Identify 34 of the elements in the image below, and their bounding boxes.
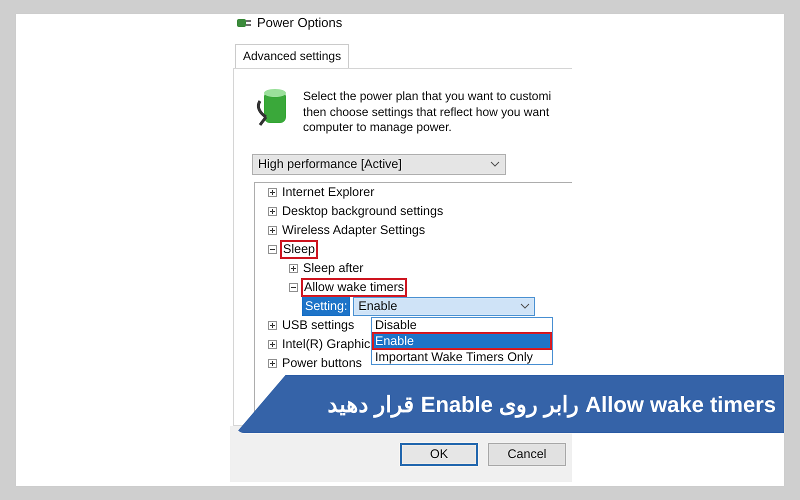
expand-icon[interactable] <box>268 320 277 330</box>
tree-item[interactable]: Power buttons <box>282 356 362 370</box>
collapse-icon[interactable] <box>268 244 277 254</box>
tree-item[interactable]: USB settings <box>282 318 354 332</box>
description-text: Select the power plan that you want to customi then choose settings that reflect how you want computer to manage power. <box>303 88 552 136</box>
expand-icon[interactable] <box>268 340 277 348</box>
expand-icon[interactable] <box>268 358 277 368</box>
expand-icon[interactable] <box>268 188 277 196</box>
expand-icon[interactable] <box>289 264 298 272</box>
dialog-button[interactable]: OK <box>400 442 478 466</box>
tree-item[interactable]: Allow wake timers <box>301 278 408 296</box>
tab[interactable]: Advanced settings <box>235 44 350 68</box>
setting-label: Setting: <box>302 296 350 316</box>
caption-banner: Allow wake timers رابر روی Enable قرار دهید <box>236 375 784 433</box>
tree-item[interactable]: Internet Explorer <box>282 184 374 200</box>
setting-select[interactable]: Enable <box>353 296 536 316</box>
tree-item[interactable]: Intel(R) Graphic <box>282 336 370 352</box>
tree-item[interactable]: Sleep <box>280 240 318 258</box>
window-title: Power Options <box>257 14 342 32</box>
expand-icon[interactable] <box>268 206 277 216</box>
tree-item[interactable]: Sleep after <box>303 260 364 276</box>
tree-item[interactable]: Wireless Adapter Settings <box>282 222 426 238</box>
collapse-icon[interactable] <box>289 282 298 292</box>
power-plug-icon <box>236 16 252 30</box>
expand-icon[interactable] <box>268 226 277 234</box>
chevron-down-icon <box>490 161 500 167</box>
dropdown-option[interactable]: Disable <box>372 318 552 332</box>
setting-value: Enable <box>358 298 398 315</box>
dialog-button[interactable]: Cancel <box>488 442 566 466</box>
chevron-down-icon <box>520 303 530 309</box>
dropdown-option[interactable]: Enable <box>372 332 552 350</box>
plan-select[interactable]: High performance [Active] <box>252 154 506 174</box>
tree-item[interactable]: Desktop background settings <box>282 204 444 218</box>
dropdown-option[interactable]: Important Wake Timers Only <box>372 350 552 364</box>
